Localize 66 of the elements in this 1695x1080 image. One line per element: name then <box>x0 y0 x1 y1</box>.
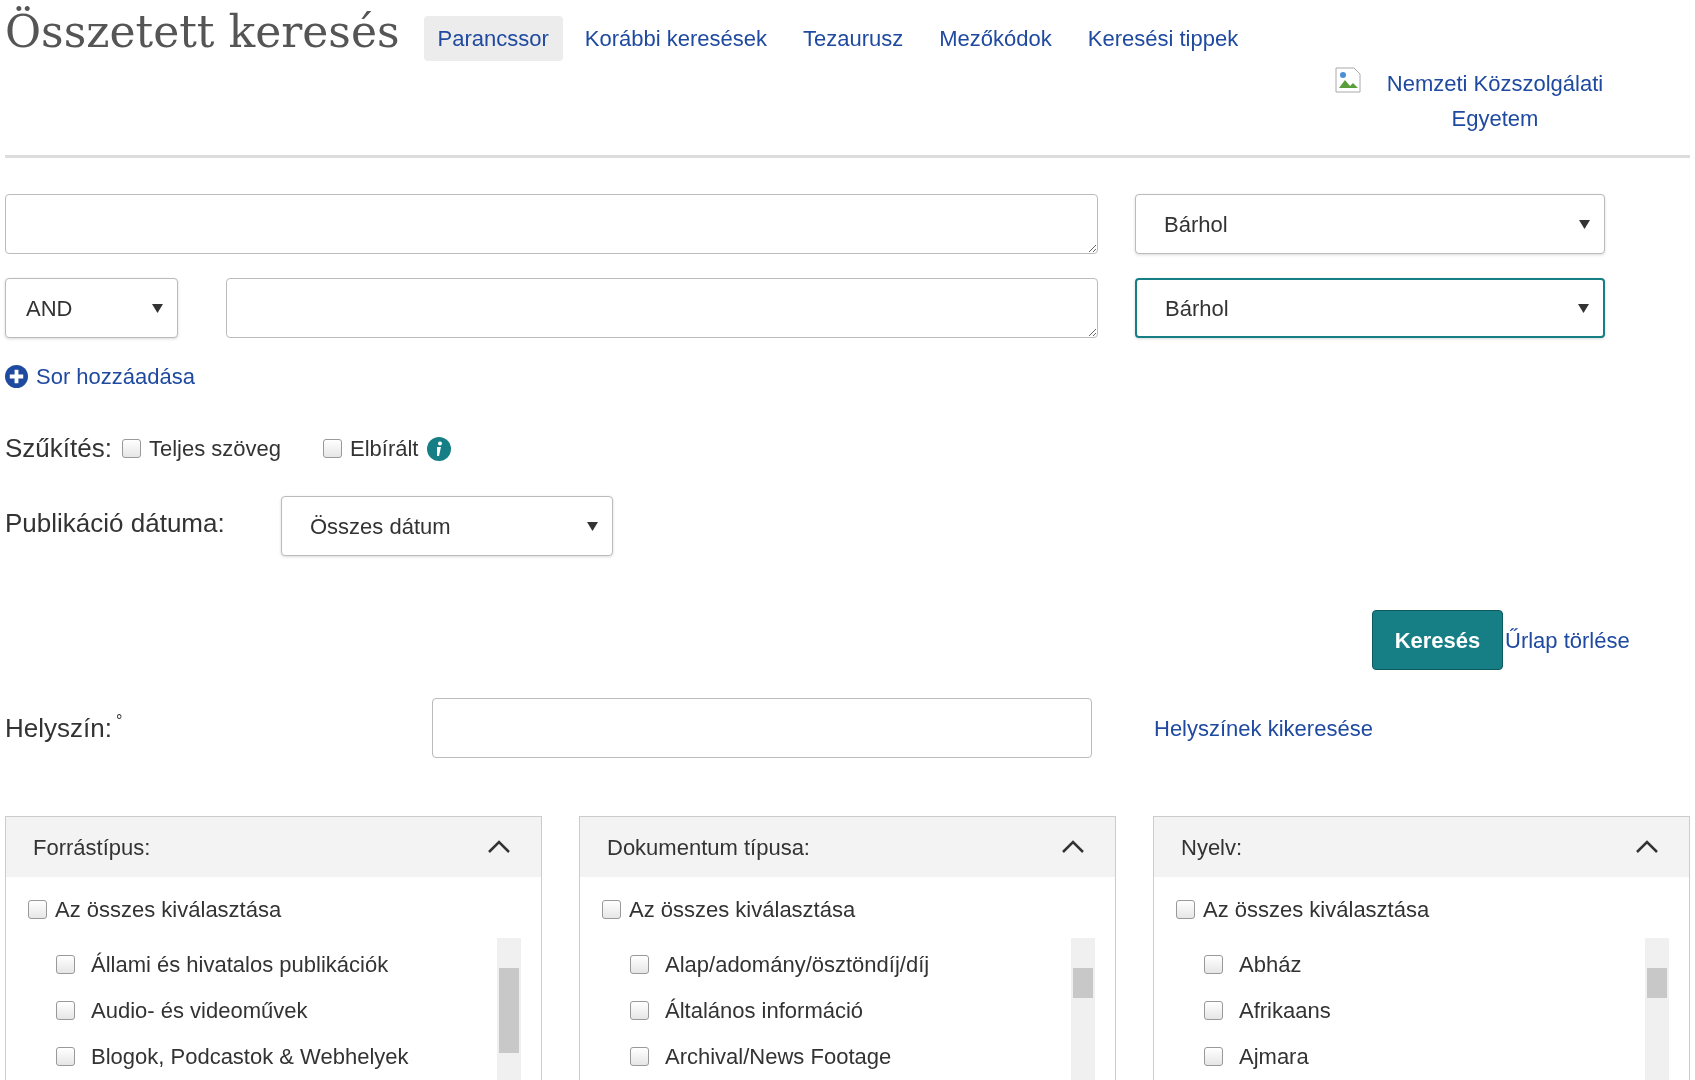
info-icon[interactable] <box>426 436 451 461</box>
nav-tab[interactable]: Mezőkódok <box>925 16 1066 61</box>
operator-dropdown[interactable]: AND <box>5 278 178 338</box>
plus-circle-icon[interactable] <box>5 365 28 388</box>
scrollbar[interactable] <box>1071 938 1095 1080</box>
select-all-label: Az összes kiválasztása <box>629 896 856 924</box>
facet-option-label: Blogok, Podcastok & Webhelyek <box>91 1043 409 1071</box>
checkbox[interactable] <box>121 439 141 458</box>
location-label: Helyszín: <box>5 711 112 745</box>
facet-option-label: Audio- és videoművek <box>91 997 308 1025</box>
checkbox[interactable] <box>630 1001 649 1020</box>
caret-icon[interactable] <box>1061 840 1085 854</box>
page-title: Összetett keresés <box>5 5 400 54</box>
facet-option-label: Általános információ <box>665 997 864 1025</box>
checkbox-label: Elbírált <box>350 435 419 463</box>
publication-date-label: Publikáció dátuma: <box>5 507 226 540</box>
field-dropdown[interactable]: Bárhol <box>1135 194 1605 254</box>
publication-date-dropdown[interactable]: Összes dátum <box>281 496 613 556</box>
location-marker: ° <box>115 710 123 731</box>
dropdown-arrow-icon <box>587 521 598 531</box>
checkbox[interactable] <box>56 955 75 974</box>
dropdown-arrow-icon <box>1579 219 1590 229</box>
checkbox[interactable] <box>28 900 47 919</box>
nav-tab[interactable]: Keresési tippek <box>1073 16 1253 61</box>
checkbox[interactable] <box>323 439 342 458</box>
checkbox[interactable] <box>1204 955 1223 974</box>
checkbox[interactable] <box>602 900 621 919</box>
facet-option-label: Afrikaans <box>1239 997 1331 1025</box>
facet-option-label: Állami és hivatalos publikációk <box>91 951 389 979</box>
facet-option-label: Alap/adomány/ösztöndíj/díj <box>665 951 930 979</box>
location-lookup-link[interactable]: Helyszínek kikeresése <box>1154 711 1373 745</box>
scrollbar[interactable] <box>1645 938 1669 1080</box>
search-term-field[interactable] <box>226 278 1098 338</box>
facet-option-label: Archival/News Footage <box>665 1043 892 1071</box>
checkbox-label: Teljes szöveg <box>148 435 281 463</box>
scrollbar[interactable] <box>497 938 521 1080</box>
select-all-label: Az összes kiválasztása <box>1203 896 1430 924</box>
facet-option-label: Ajmara <box>1239 1043 1309 1071</box>
caret-icon[interactable] <box>1635 840 1659 854</box>
checkbox[interactable] <box>56 1001 75 1020</box>
add-row-link[interactable]: Sor hozzáadása <box>36 360 195 393</box>
checkbox[interactable] <box>1176 900 1195 919</box>
checkbox[interactable] <box>56 1047 75 1066</box>
checkbox[interactable] <box>630 1047 649 1066</box>
dropdown-arrow-icon <box>152 303 163 313</box>
checkbox[interactable] <box>1204 1001 1223 1020</box>
location-field[interactable] <box>432 698 1092 758</box>
nav-tab[interactable]: Tezaurusz <box>789 16 918 61</box>
logo-alt-text[interactable]: Nemzeti Közszolgálati Egyetem <box>1370 66 1620 137</box>
facet-title: Dokumentum típusa: <box>607 833 810 862</box>
dropdown-arrow-icon <box>1578 303 1589 313</box>
checkbox[interactable] <box>630 955 649 974</box>
field-dropdown[interactable]: Bárhol <box>1135 278 1605 338</box>
select-all-label: Az összes kiválasztása <box>55 896 282 924</box>
checkbox[interactable] <box>1204 1047 1223 1066</box>
nav-tab[interactable]: Parancssor <box>423 16 563 61</box>
broken-image-icon <box>1334 66 1362 94</box>
facet-title: Nyelv: <box>1181 833 1243 862</box>
search-term-field[interactable] <box>5 194 1098 254</box>
clear-form-link[interactable]: Űrlap törlése <box>1505 623 1630 657</box>
search-button[interactable]: Keresés <box>1372 610 1503 670</box>
nav-tab[interactable]: Korábbi keresések <box>570 16 781 61</box>
caret-icon[interactable] <box>487 840 511 854</box>
facet-option-label: Abház <box>1239 951 1302 979</box>
facet-title: Forrástípus: <box>33 833 151 862</box>
narrow-label: Szűkítés: <box>5 432 112 465</box>
